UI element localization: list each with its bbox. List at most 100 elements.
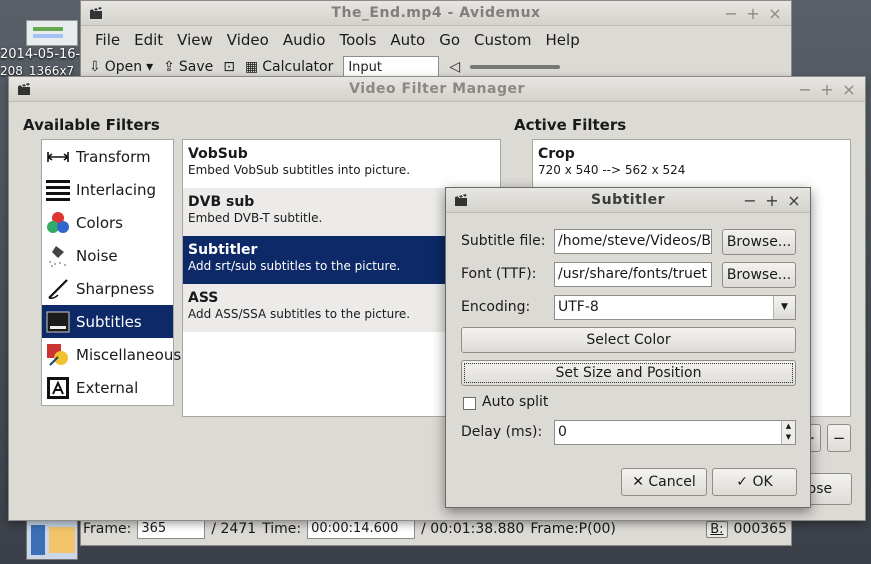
open-icon: ⇩ [89, 59, 101, 75]
subtitles-icon [46, 310, 70, 334]
filter-manager-titlebar[interactable]: Video Filter Manager − + × [9, 77, 865, 102]
category-subtitles[interactable]: Subtitles [42, 305, 173, 338]
filter-category-list: Transform Interlacing Colors Noise Sharp… [41, 139, 181, 406]
close-icon[interactable]: × [841, 80, 857, 99]
menu-help[interactable]: Help [540, 31, 586, 49]
subtitler-dialog: Subtitler − + × Subtitle file: /home/ste… [445, 187, 811, 508]
browse-subtitle-button[interactable]: Browse... [722, 229, 796, 255]
category-label: Miscellaneous [76, 345, 182, 364]
category-interlacing[interactable]: Interlacing [42, 173, 173, 206]
menu-tools[interactable]: Tools [333, 31, 382, 49]
cancel-icon: ✕ [632, 474, 644, 490]
category-colors[interactable]: Colors [42, 206, 173, 239]
minimize-icon[interactable]: − [723, 4, 739, 23]
menu-go[interactable]: Go [433, 31, 466, 49]
maximize-icon[interactable]: + [764, 191, 780, 210]
encoding-select[interactable]: UTF-8 ▼ [554, 295, 796, 320]
ok-label: OK [752, 474, 773, 490]
b-button[interactable]: B: [706, 520, 728, 538]
ok-button[interactable]: ✓ OK [712, 468, 797, 496]
category-label: Subtitles [76, 312, 142, 331]
filter-name: VobSub [188, 146, 248, 162]
chevron-down-icon[interactable]: ▾ [146, 59, 153, 75]
minimize-icon[interactable]: − [797, 80, 813, 99]
time-total: / 00:01:38.880 [421, 521, 525, 537]
category-label: Transform [76, 147, 151, 166]
info-icon[interactable]: ⊡ [223, 59, 235, 75]
category-label: Interlacing [76, 180, 157, 199]
main-titlebar[interactable]: The_End.mp4 - Avidemux − + × [81, 1, 791, 26]
menu-custom[interactable]: Custom [468, 31, 537, 49]
open-button[interactable]: ⇩ Open ▾ [89, 59, 153, 75]
cancel-label: Cancel [648, 474, 696, 490]
checkmark-icon: ✓ [736, 474, 749, 490]
time-input[interactable]: 00:00:14.600 [307, 519, 416, 539]
subtitle-file-input[interactable]: /home/steve/Videos/B [554, 229, 712, 254]
menu-audio[interactable]: Audio [277, 31, 332, 49]
desktop-file-thumbnail-2[interactable] [26, 520, 78, 560]
calculator-button[interactable]: ▦ Calculator [245, 59, 333, 75]
category-label: External [76, 378, 139, 397]
filter-manager-title: Video Filter Manager [349, 81, 525, 97]
delay-value: 0 [558, 424, 567, 440]
remove-filter-button[interactable]: − [827, 424, 851, 452]
close-icon[interactable]: × [767, 4, 783, 23]
calculator-icon: ▦ [245, 59, 259, 75]
menu-view[interactable]: View [171, 31, 219, 49]
delay-spinbox[interactable]: 0 ▲ ▼ [554, 420, 796, 445]
select-color-button[interactable]: Select Color [461, 327, 796, 353]
save-label: Save [178, 59, 214, 75]
spin-arrows-icon[interactable]: ▲ ▼ [781, 421, 795, 444]
category-sharpness[interactable]: Sharpness [42, 272, 173, 305]
font-label: Font (TTF): [461, 266, 537, 282]
desktop-file-thumbnail[interactable] [26, 20, 78, 46]
menu-auto[interactable]: Auto [384, 31, 431, 49]
frame-input[interactable]: 365 [137, 519, 206, 539]
delay-label: Delay (ms): [461, 424, 543, 440]
save-button[interactable]: ⇪ Save [163, 59, 213, 75]
encoding-value: UTF-8 [558, 299, 599, 315]
menu-file[interactable]: File [89, 31, 126, 49]
subtitle-file-label: Subtitle file: [461, 233, 546, 249]
close-icon[interactable]: × [786, 191, 802, 210]
frame-type: Frame:P(00) [530, 521, 616, 537]
set-size-position-button[interactable]: Set Size and Position [461, 360, 796, 386]
cancel-button[interactable]: ✕ Cancel [621, 468, 707, 496]
filter-vobsub[interactable]: VobSub Embed VobSub subtitles into pictu… [183, 140, 500, 188]
volume-slider[interactable] [470, 65, 561, 69]
input-combo[interactable]: Input [343, 56, 440, 78]
auto-split-label: Auto split [482, 394, 549, 410]
menu-edit[interactable]: Edit [128, 31, 169, 49]
encoding-label: Encoding: [461, 299, 531, 315]
interlacing-icon [46, 178, 70, 202]
available-filters-heading: Available Filters [23, 116, 160, 134]
font-input[interactable]: /usr/share/fonts/truet [554, 262, 712, 287]
category-transform[interactable]: Transform [42, 140, 173, 173]
minimize-icon[interactable]: − [742, 191, 758, 210]
filter-description: 720 x 540 --> 562 x 524 [538, 163, 686, 177]
filter-description: Embed VobSub subtitles into picture. [188, 163, 411, 177]
window-title: The_End.mp4 - Avidemux [331, 5, 541, 21]
maximize-icon[interactable]: + [745, 4, 761, 23]
time-label: Time: [262, 521, 302, 537]
browse-font-button[interactable]: Browse... [722, 262, 796, 288]
maximize-icon[interactable]: + [819, 80, 835, 99]
active-filter-crop[interactable]: Crop 720 x 540 --> 562 x 524 [533, 140, 850, 188]
category-miscellaneous[interactable]: Miscellaneous [42, 338, 181, 371]
subtitler-titlebar[interactable]: Subtitler − + × [446, 188, 810, 213]
category-external[interactable]: External [42, 371, 173, 404]
chevron-down-icon[interactable]: ▼ [773, 296, 795, 319]
frame-label: Frame: [83, 521, 132, 537]
noise-icon [46, 244, 70, 268]
auto-split-checkbox[interactable] [463, 397, 476, 410]
sharpness-icon [46, 277, 70, 301]
menu-video[interactable]: Video [221, 31, 275, 49]
external-icon [46, 376, 70, 400]
filter-name: Crop [538, 146, 575, 162]
desktop-file-label: 2014-05-16-2 [0, 47, 89, 62]
save-icon: ⇪ [163, 59, 175, 75]
miscellaneous-icon [46, 343, 70, 367]
category-label: Colors [76, 213, 123, 232]
category-noise[interactable]: Noise [42, 239, 173, 272]
active-filters-heading: Active Filters [514, 116, 627, 134]
